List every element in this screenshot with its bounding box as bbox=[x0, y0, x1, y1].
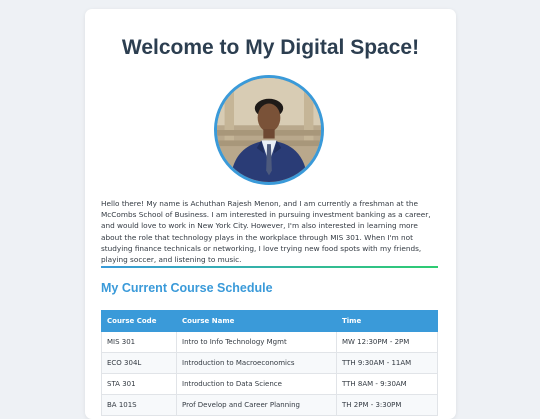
table-row: ECO 304L Introduction to Macroeconomics … bbox=[101, 352, 438, 374]
course-name-cell: Prof Develop and Career Planning bbox=[176, 394, 337, 416]
course-code-cell: BA 101S bbox=[101, 394, 177, 416]
course-code-cell: STA 301 bbox=[101, 373, 177, 395]
course-name-cell: Introduction to Macroeconomics bbox=[176, 352, 337, 374]
content-card: Welcome to My Digital Space! Hello there… bbox=[85, 9, 456, 419]
table-row: MIS 301 Intro to Info Technology Mgmt MW… bbox=[101, 331, 438, 353]
bio-paragraph: Hello there! My name is Achuthan Rajesh … bbox=[101, 199, 431, 265]
page-title: Welcome to My Digital Space! bbox=[121, 36, 420, 59]
column-header-time: Time bbox=[336, 310, 438, 332]
course-code-cell: MIS 301 bbox=[101, 331, 177, 353]
course-time-cell: MW 12:30PM - 2PM bbox=[336, 331, 438, 353]
course-name-cell: Intro to Info Technology Mgmt bbox=[176, 331, 337, 353]
table-row: BA 101S Prof Develop and Career Planning… bbox=[101, 394, 438, 416]
course-name-cell: Introduction to Data Science bbox=[176, 373, 337, 395]
course-time-cell: TTH 8AM - 9:30AM bbox=[336, 373, 438, 395]
course-code-cell: ECO 304L bbox=[101, 352, 177, 374]
course-time-cell: TH 2PM - 3:30PM bbox=[336, 394, 438, 416]
column-header-course-code: Course Code bbox=[101, 310, 177, 332]
section-divider bbox=[101, 266, 438, 268]
table-row: STA 301 Introduction to Data Science TTH… bbox=[101, 373, 438, 395]
profile-photo bbox=[214, 75, 324, 185]
course-time-cell: TTH 9:30AM - 11AM bbox=[336, 352, 438, 374]
course-schedule-table: Course Code Course Name Time MIS 301 Int… bbox=[101, 310, 438, 416]
column-header-course-name: Course Name bbox=[176, 310, 337, 332]
table-header-row: Course Code Course Name Time bbox=[101, 310, 438, 332]
schedule-heading: My Current Course Schedule bbox=[101, 281, 273, 295]
